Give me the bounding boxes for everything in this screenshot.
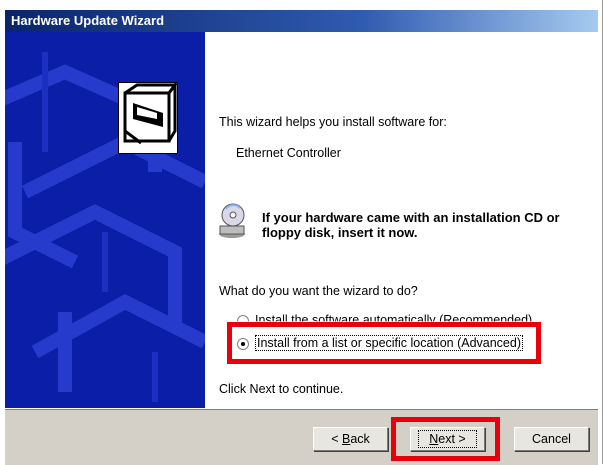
cancel-button[interactable]: Cancel — [514, 427, 589, 451]
continue-hint: Click Next to continue. — [219, 382, 344, 396]
device-name: Ethernet Controller — [236, 146, 341, 160]
window-title: Hardware Update Wizard — [11, 13, 165, 28]
hardware-card-icon — [123, 83, 177, 145]
back-button-prefix: < — [331, 432, 342, 446]
wizard-side-banner — [5, 32, 205, 408]
wizard-window: Hardware Update Wizard This wizard helps… — [0, 0, 603, 465]
intro-text: This wizard helps you install software f… — [219, 115, 447, 129]
cd-prompt: If your hardware came with an installati… — [262, 210, 560, 240]
wizard-icon — [118, 82, 178, 154]
back-button-rest: ack — [350, 432, 370, 446]
button-bar — [5, 409, 598, 465]
highlight-box-advanced-option — [227, 322, 541, 364]
highlight-box-next-button — [391, 417, 500, 461]
back-button[interactable]: < Back — [313, 427, 388, 451]
title-bar: Hardware Update Wizard — [5, 10, 598, 32]
cd-icon — [219, 203, 245, 238]
question-text: What do you want the wizard to do? — [219, 284, 418, 298]
